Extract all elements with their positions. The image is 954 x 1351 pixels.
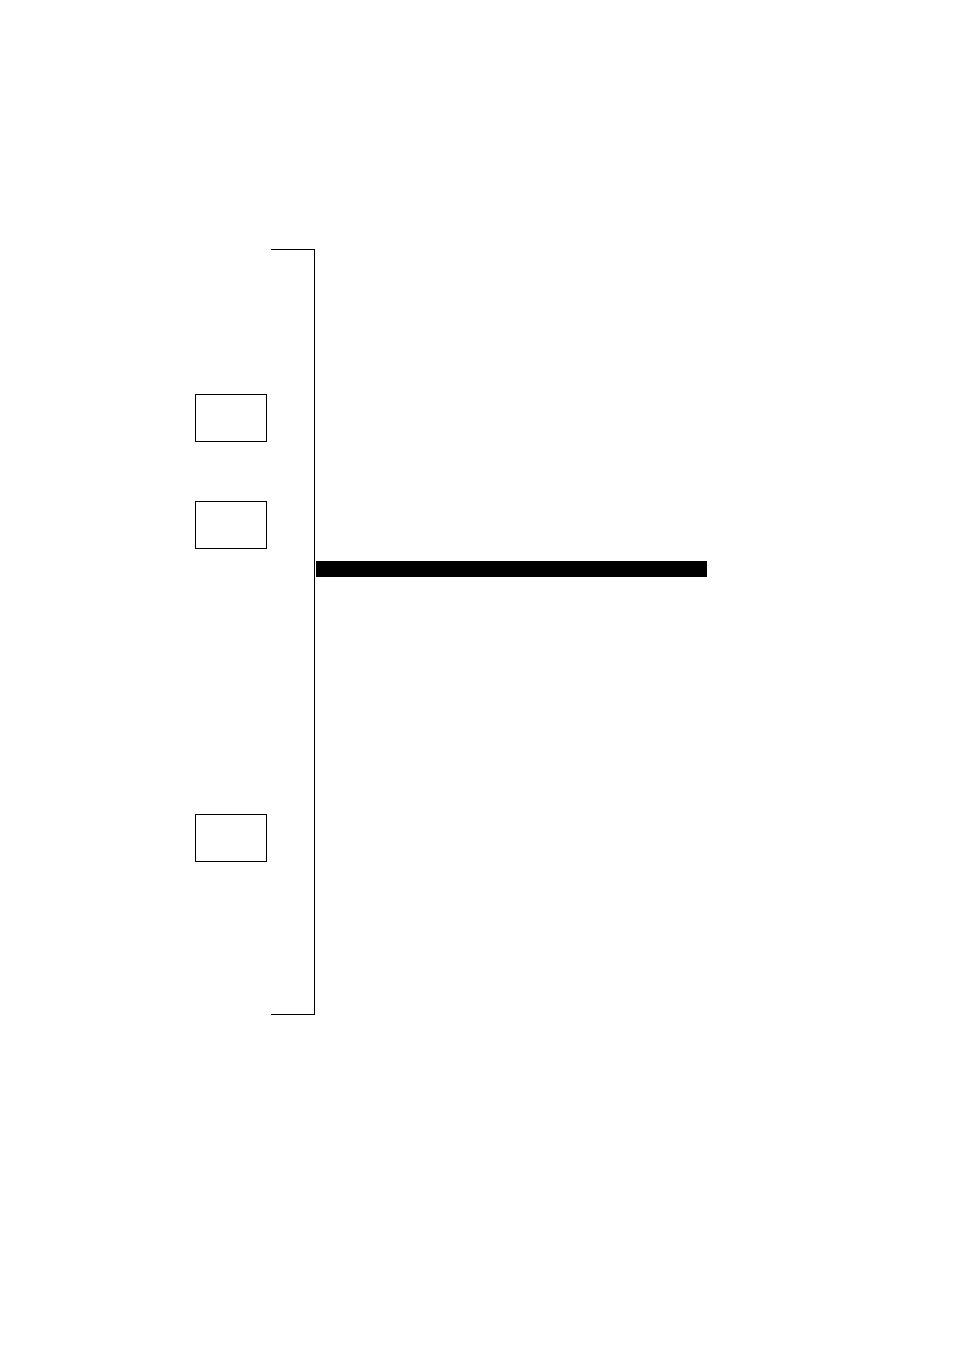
box-3 xyxy=(195,814,267,862)
black-bar xyxy=(316,561,707,577)
bracket-connector xyxy=(271,249,315,1015)
diagram-canvas xyxy=(0,0,954,1351)
box-1 xyxy=(195,394,267,442)
box-2 xyxy=(195,501,267,549)
